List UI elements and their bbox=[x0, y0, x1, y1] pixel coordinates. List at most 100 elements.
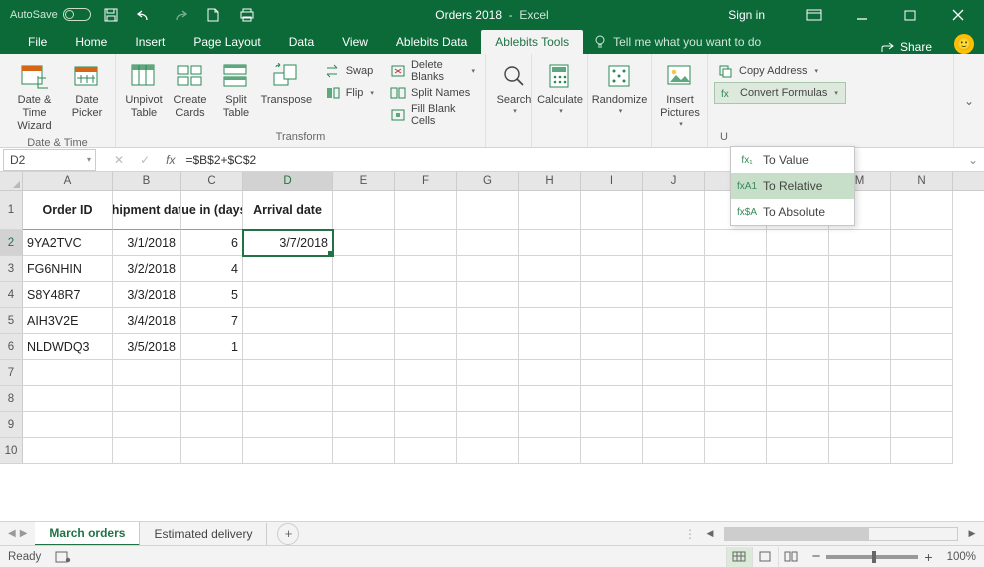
cell[interactable] bbox=[643, 412, 705, 438]
cell[interactable]: 3/5/2018 bbox=[113, 334, 181, 360]
cell[interactable] bbox=[891, 438, 953, 464]
cell[interactable] bbox=[829, 412, 891, 438]
cell[interactable] bbox=[519, 191, 581, 230]
cell[interactable] bbox=[395, 191, 457, 230]
cell[interactable] bbox=[243, 360, 333, 386]
cell[interactable] bbox=[395, 386, 457, 412]
cell[interactable] bbox=[243, 308, 333, 334]
redo-icon[interactable] bbox=[171, 7, 187, 23]
create-cards-button[interactable]: Create Cards bbox=[168, 58, 212, 129]
cell[interactable]: 3/2/2018 bbox=[113, 256, 181, 282]
randomize-button[interactable]: Randomize▾ bbox=[594, 58, 645, 141]
cell[interactable] bbox=[243, 334, 333, 360]
ribbon-display-icon[interactable] bbox=[800, 1, 828, 29]
cell[interactable] bbox=[767, 360, 829, 386]
tab-pagelayout[interactable]: Page Layout bbox=[179, 30, 274, 54]
save-icon[interactable] bbox=[103, 7, 119, 23]
cell[interactable] bbox=[395, 308, 457, 334]
cell[interactable] bbox=[891, 334, 953, 360]
cell[interactable] bbox=[395, 438, 457, 464]
row-header[interactable]: 1 bbox=[0, 191, 23, 230]
cancel-formula-icon[interactable]: ✕ bbox=[114, 153, 124, 167]
cell[interactable] bbox=[581, 256, 643, 282]
cell[interactable] bbox=[333, 412, 395, 438]
autosave-toggle[interactable]: AutoSave bbox=[10, 8, 91, 21]
col-header-C[interactable]: C bbox=[181, 172, 243, 190]
cell[interactable] bbox=[519, 256, 581, 282]
row-header[interactable]: 6 bbox=[0, 334, 23, 360]
split-table-button[interactable]: Split Table bbox=[214, 58, 258, 129]
cell[interactable] bbox=[113, 386, 181, 412]
cell[interactable] bbox=[113, 438, 181, 464]
tab-insert[interactable]: Insert bbox=[121, 30, 179, 54]
cell[interactable] bbox=[519, 230, 581, 256]
new-sheet-button[interactable]: + bbox=[277, 523, 299, 545]
minimize-icon[interactable] bbox=[848, 1, 876, 29]
cell[interactable] bbox=[829, 282, 891, 308]
cell[interactable] bbox=[581, 230, 643, 256]
cell[interactable] bbox=[333, 334, 395, 360]
convert-formulas-button[interactable]: fxConvert Formulas▾ bbox=[714, 82, 846, 104]
select-all-corner[interactable] bbox=[0, 172, 23, 190]
cell[interactable] bbox=[519, 360, 581, 386]
unpivot-table-button[interactable]: Unpivot Table bbox=[122, 58, 166, 129]
col-header-H[interactable]: H bbox=[519, 172, 581, 190]
cell[interactable] bbox=[243, 438, 333, 464]
cell[interactable] bbox=[705, 360, 767, 386]
cell[interactable] bbox=[333, 438, 395, 464]
cell[interactable] bbox=[113, 412, 181, 438]
tab-data[interactable]: Data bbox=[275, 30, 328, 54]
horizontal-scrollbar[interactable] bbox=[724, 527, 958, 541]
cell[interactable] bbox=[705, 334, 767, 360]
cell[interactable]: 3/3/2018 bbox=[113, 282, 181, 308]
name-box[interactable]: D2▾ bbox=[3, 149, 96, 171]
maximize-icon[interactable] bbox=[896, 1, 924, 29]
cell[interactable] bbox=[333, 230, 395, 256]
print-icon[interactable] bbox=[239, 7, 255, 23]
split-names-button[interactable]: Split Names bbox=[386, 82, 479, 104]
scroll-right-icon[interactable]: ▶ bbox=[964, 527, 980, 541]
cell[interactable] bbox=[767, 438, 829, 464]
cell[interactable] bbox=[395, 282, 457, 308]
cell[interactable]: 3/4/2018 bbox=[113, 308, 181, 334]
row-header[interactable]: 8 bbox=[0, 386, 23, 412]
view-page-break-icon[interactable] bbox=[778, 547, 804, 567]
cell[interactable] bbox=[457, 360, 519, 386]
insert-pictures-button[interactable]: Insert Pictures▾ bbox=[658, 58, 702, 141]
cell[interactable]: 3/7/2018 bbox=[243, 230, 333, 256]
feedback-icon[interactable]: 🙂 bbox=[954, 34, 974, 54]
cell[interactable] bbox=[581, 282, 643, 308]
cell[interactable] bbox=[581, 334, 643, 360]
new-file-icon[interactable] bbox=[205, 7, 221, 23]
cell[interactable] bbox=[643, 386, 705, 412]
cell[interactable] bbox=[829, 256, 891, 282]
swap-button[interactable]: Swap bbox=[321, 60, 378, 82]
cell[interactable] bbox=[643, 282, 705, 308]
fill-blank-cells-button[interactable]: Fill Blank Cells bbox=[386, 104, 479, 126]
cell[interactable]: Arrival date bbox=[243, 191, 333, 230]
tab-ablebits-tools[interactable]: Ablebits Tools bbox=[481, 30, 583, 54]
cell[interactable] bbox=[333, 256, 395, 282]
expand-formula-bar-icon[interactable]: ⌄ bbox=[962, 153, 984, 167]
cell[interactable] bbox=[767, 308, 829, 334]
cell[interactable]: 1 bbox=[181, 334, 243, 360]
zoom-out-button[interactable]: − bbox=[812, 548, 821, 565]
cell[interactable] bbox=[457, 191, 519, 230]
cell[interactable]: 3/1/2018 bbox=[113, 230, 181, 256]
cell[interactable]: Shipment date bbox=[113, 191, 181, 230]
cell[interactable] bbox=[457, 334, 519, 360]
cell[interactable] bbox=[457, 230, 519, 256]
cell[interactable] bbox=[643, 334, 705, 360]
cell[interactable]: 4 bbox=[181, 256, 243, 282]
cell[interactable] bbox=[767, 334, 829, 360]
tab-ablebits-data[interactable]: Ablebits Data bbox=[382, 30, 481, 54]
cell[interactable] bbox=[457, 412, 519, 438]
cell[interactable] bbox=[705, 230, 767, 256]
cell[interactable] bbox=[519, 308, 581, 334]
cell[interactable] bbox=[643, 191, 705, 230]
col-header-J[interactable]: J bbox=[643, 172, 705, 190]
cell[interactable] bbox=[829, 386, 891, 412]
undo-icon[interactable] bbox=[137, 7, 153, 23]
col-header-N[interactable]: N bbox=[891, 172, 953, 190]
macro-recorder-icon[interactable] bbox=[55, 551, 71, 563]
